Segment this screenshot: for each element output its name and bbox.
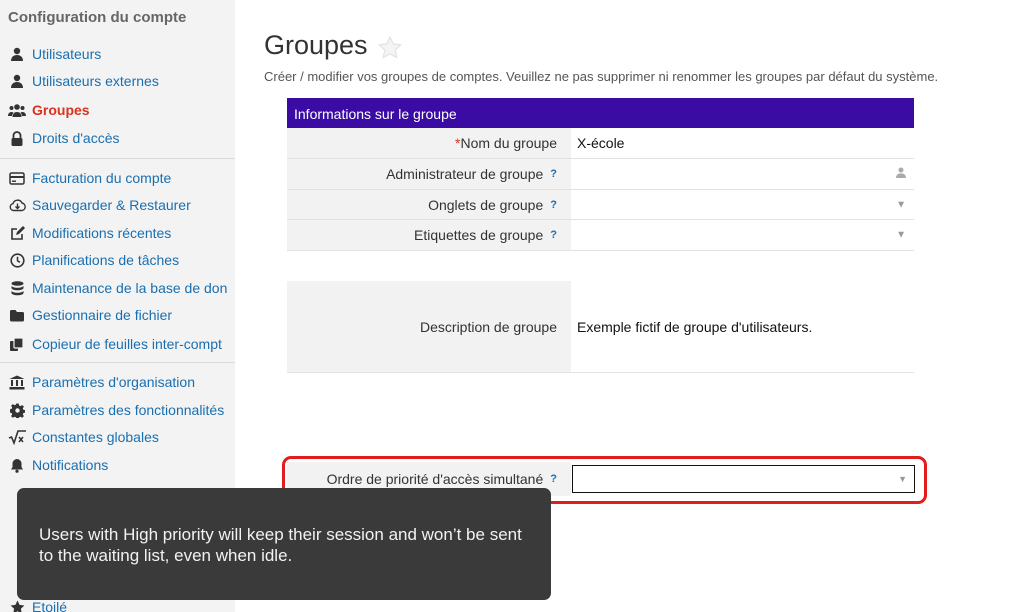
sidebar-item-db-maintenance[interactable]: Maintenance de la base de don — [8, 278, 235, 298]
sidebar-item-feature-settings[interactable]: Paramètres des fonctionnalités — [8, 400, 235, 420]
sidebar-item-groups[interactable]: Groupes — [8, 100, 235, 120]
folder-icon — [8, 307, 26, 323]
cloud-download-icon — [8, 197, 26, 213]
group-description-input[interactable]: Exemple fictif de groupe d'utilisateurs. — [571, 281, 914, 372]
sidebar-item-label: Utilisateurs externes — [32, 73, 159, 89]
sidebar-item-label: Etoilé — [32, 599, 68, 612]
group-name-row: * Nom du groupe X-école — [287, 128, 914, 159]
favorite-star-icon[interactable] — [377, 35, 403, 64]
group-tags-label: Etiquettes de groupe? — [287, 220, 571, 250]
sidebar-item-label: Facturation du compte — [32, 170, 172, 186]
sidebar-divider — [0, 158, 235, 159]
group-tags-select[interactable] — [571, 220, 914, 250]
sidebar-item-users[interactable]: Utilisateurs — [8, 44, 235, 64]
sidebar-item-external-users[interactable]: Utilisateurs externes — [8, 71, 235, 91]
sidebar-item-sheet-copier[interactable]: Copieur de feuilles inter-compt — [8, 334, 235, 354]
group-tabs-select[interactable] — [571, 190, 914, 219]
sidebar-divider — [0, 362, 235, 363]
sidebar-item-label: Droits d'accès — [32, 130, 120, 146]
page-subtitle: Créer / modifier vos groupes de comptes.… — [264, 69, 939, 84]
sidebar-item-task-schedules[interactable]: Planifications de tâches — [8, 250, 235, 270]
sidebar-item-backup-restore[interactable]: Sauvegarder & Restaurer — [8, 195, 235, 215]
group-admin-row: Administrateur de groupe? — [287, 159, 914, 190]
chevron-down-icon[interactable]: ▼ — [896, 199, 906, 210]
help-icon[interactable]: ? — [550, 168, 557, 180]
sidebar-item-label: Notifications — [32, 457, 109, 473]
sidebar-item-label: Utilisateurs — [32, 46, 102, 62]
group-description-label: Description de groupe — [287, 281, 571, 372]
chevron-down-icon[interactable]: ▼ — [896, 230, 906, 241]
group-description-row: Description de groupe Exemple fictif de … — [287, 281, 914, 373]
users-group-icon — [8, 102, 26, 118]
sidebar-item-notifications[interactable]: Notifications — [8, 455, 235, 475]
credit-card-icon — [8, 170, 26, 186]
group-admin-label: Administrateur de groupe? — [287, 159, 571, 189]
sidebar-item-label: Copieur de feuilles inter-compt — [32, 336, 222, 352]
sidebar-item-label: Planifications de tâches — [32, 252, 180, 268]
help-icon[interactable]: ? — [550, 199, 557, 211]
group-tabs-row: Onglets de groupe? ▼ — [287, 190, 914, 220]
sidebar-item-label: Paramètres des fonctionnalités — [32, 402, 225, 418]
copy-icon — [8, 336, 26, 352]
sidebar-item-org-settings[interactable]: Paramètres d'organisation — [8, 372, 235, 392]
star-icon — [8, 599, 26, 612]
group-admin-input[interactable] — [571, 159, 914, 189]
cog-icon — [8, 402, 26, 418]
sidebar-item-label: Sauvegarder & Restaurer — [32, 197, 191, 213]
sidebar-item-label: Constantes globales — [32, 429, 159, 445]
lock-icon — [8, 130, 26, 146]
bank-icon — [8, 374, 26, 390]
sidebar-item-recent-changes[interactable]: Modifications récentes — [8, 223, 235, 243]
edit-icon — [8, 225, 26, 241]
bell-icon — [8, 457, 26, 473]
sidebar-item-label: Paramètres d'organisation — [32, 374, 195, 390]
user-icon — [8, 73, 26, 89]
group-name-label: * Nom du groupe — [287, 128, 571, 158]
clock-icon — [8, 252, 26, 268]
sidebar-item-billing[interactable]: Facturation du compte — [8, 168, 235, 188]
help-icon[interactable]: ? — [550, 229, 557, 241]
sidebar-item-global-constants[interactable]: Constantes globales — [8, 427, 235, 447]
sqrt-icon — [8, 429, 26, 445]
sidebar-item-label: Groupes — [32, 102, 90, 118]
sidebar-item-label: Modifications récentes — [32, 225, 172, 241]
user-picker-icon[interactable] — [896, 167, 906, 181]
sidebar-item-label: Maintenance de la base de don — [32, 280, 228, 296]
group-info-header: Informations sur le groupe — [287, 98, 914, 128]
group-name-input[interactable]: X-école — [571, 128, 914, 158]
sidebar-item-file-manager[interactable]: Gestionnaire de fichier — [8, 305, 235, 325]
sidebar-item-label: Gestionnaire de fichier — [32, 307, 173, 323]
user-icon — [8, 46, 26, 62]
database-icon — [8, 280, 26, 296]
group-tags-row: Etiquettes de groupe? ▼ — [287, 220, 914, 251]
page-title: Groupes — [264, 30, 368, 60]
sidebar-item-access-rights[interactable]: Droits d'accès — [8, 128, 235, 148]
sidebar-title: Configuration du compte — [8, 9, 187, 26]
priority-tooltip: Users with High priority will keep their… — [17, 488, 551, 600]
group-tabs-label: Onglets de groupe? — [287, 190, 571, 219]
